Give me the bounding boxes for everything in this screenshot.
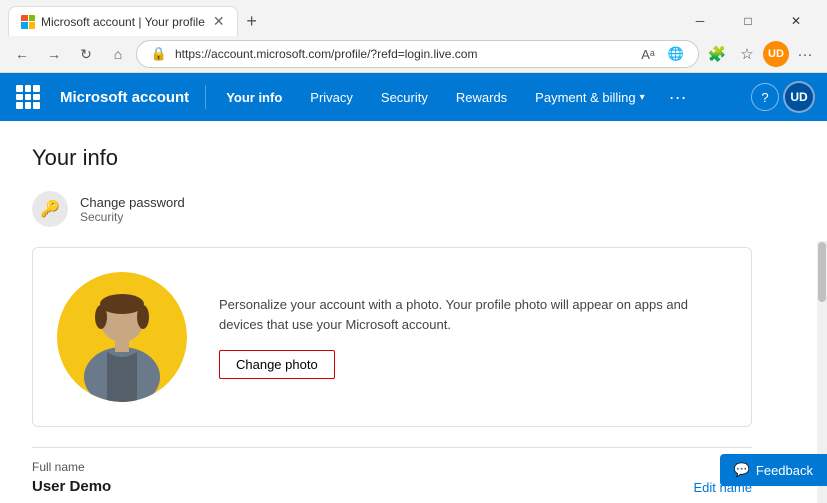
full-name-value: User Demo <box>32 478 111 495</box>
browser-chrome: Microsoft account | Your profile ✕ + ─ □… <box>0 0 827 73</box>
title-bar: Microsoft account | Your profile ✕ + ─ □… <box>0 0 827 36</box>
nav-links: Your info Privacy Security Rewards Payme… <box>214 79 747 116</box>
name-section: Full name User Demo Edit name <box>32 447 752 495</box>
minimize-button[interactable]: ─ <box>677 6 723 36</box>
nav-link-privacy[interactable]: Privacy <box>298 82 365 113</box>
address-bar: ← → ↻ ⌂ 🔒 https://account.microsoft.com/… <box>0 36 827 72</box>
key-icon: 🔑 <box>40 199 60 219</box>
nav-link-payment[interactable]: Payment & billing ▾ <box>523 82 656 113</box>
feedback-label: Feedback <box>756 463 813 478</box>
user-avatar[interactable]: UD <box>783 81 815 113</box>
refresh-button[interactable]: ↻ <box>72 40 100 68</box>
forward-button[interactable]: → <box>40 40 68 68</box>
microsoft-nav: Microsoft account Your info Privacy Secu… <box>0 73 827 121</box>
tab-close-button[interactable]: ✕ <box>213 13 225 30</box>
security-sublabel: Security <box>80 210 185 224</box>
nav-link-your-info[interactable]: Your info <box>214 82 294 113</box>
feedback-button[interactable]: 💬 Feedback <box>720 454 827 486</box>
avatar-svg <box>57 272 187 402</box>
name-group: Full name User Demo <box>32 460 111 495</box>
more-tools-button[interactable]: ··· <box>791 40 819 68</box>
back-button[interactable]: ← <box>8 40 36 68</box>
help-button[interactable]: ? <box>751 83 779 111</box>
brand-name[interactable]: Microsoft account <box>60 89 189 106</box>
nav-link-security[interactable]: Security <box>369 82 440 113</box>
password-text: Change password Security <box>80 195 185 224</box>
new-tab-button[interactable]: + <box>238 7 266 35</box>
profile-info: Personalize your account with a photo. Y… <box>219 295 727 379</box>
avatar-container <box>57 272 187 402</box>
favorites-button[interactable]: ☆ <box>733 40 761 68</box>
main-content: Your info 🔑 Change password Security <box>0 121 827 503</box>
feedback-icon: 💬 <box>734 462 750 478</box>
tab-favicon-icon <box>21 15 35 29</box>
profile-description: Personalize your account with a photo. Y… <box>219 295 727 334</box>
apps-grid-icon[interactable] <box>12 81 44 113</box>
nav-more-button[interactable]: ··· <box>661 79 695 116</box>
home-button[interactable]: ⌂ <box>104 40 132 68</box>
browser-toolbar: 🧩 ☆ UD ··· <box>703 40 819 68</box>
nav-divider <box>205 85 206 109</box>
url-text: https://account.microsoft.com/profile/?r… <box>175 47 638 61</box>
lock-icon: 🔒 <box>149 44 169 64</box>
maximize-button[interactable]: □ <box>725 6 771 36</box>
close-button[interactable]: ✕ <box>773 6 819 36</box>
extensions-button[interactable]: 🧩 <box>703 40 731 68</box>
full-name-label: Full name <box>32 460 111 474</box>
translation-icon[interactable]: 🌐 <box>666 44 686 64</box>
profile-card: Personalize your account with a photo. Y… <box>32 247 752 427</box>
active-tab[interactable]: Microsoft account | Your profile ✕ <box>8 6 238 36</box>
page-title: Your info <box>32 145 795 171</box>
nav-link-rewards[interactable]: Rewards <box>444 82 519 113</box>
read-aloud-icon[interactable]: Aᵃ <box>638 44 658 64</box>
payment-chevron-icon: ▾ <box>640 92 645 103</box>
window-controls: ─ □ ✕ <box>677 6 819 36</box>
scrollbar-thumb[interactable] <box>818 242 826 302</box>
password-icon-circle: 🔑 <box>32 191 68 227</box>
address-input[interactable]: 🔒 https://account.microsoft.com/profile/… <box>136 40 699 68</box>
change-password-label[interactable]: Change password <box>80 195 185 210</box>
tab-title: Microsoft account | Your profile <box>41 15 205 29</box>
change-password-action: 🔑 Change password Security <box>32 191 795 227</box>
avatar-background <box>57 272 187 402</box>
change-photo-button[interactable]: Change photo <box>219 350 335 379</box>
browser-profile-avatar[interactable]: UD <box>763 41 789 67</box>
